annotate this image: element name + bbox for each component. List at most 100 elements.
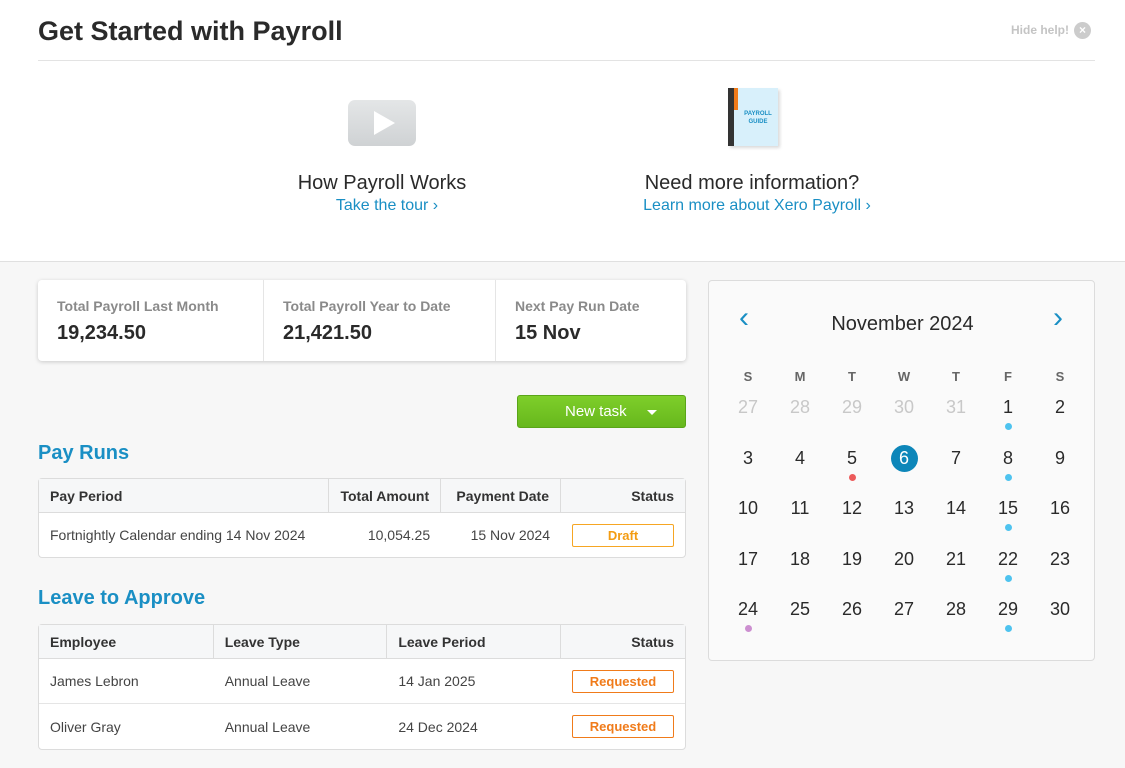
- how-payroll-works-heading: How Payroll Works: [297, 172, 467, 194]
- calendar-day[interactable]: 5: [832, 443, 872, 473]
- calendar-day[interactable]: 19: [832, 544, 872, 574]
- event-dot: [848, 474, 856, 481]
- calendar-day[interactable]: 30: [1040, 594, 1080, 624]
- stat-next-pay-run: Next Pay Run Date 15 Nov: [496, 280, 686, 361]
- leave-heading: Leave to Approve: [38, 587, 206, 609]
- hide-help-link[interactable]: Hide help!: [1011, 23, 1069, 37]
- play-video-icon[interactable]: [348, 100, 416, 146]
- calendar-day[interactable]: 29: [988, 594, 1028, 624]
- col-pay-period[interactable]: Pay Period: [39, 479, 330, 513]
- calendar-day[interactable]: 25: [780, 594, 820, 624]
- table-header: Employee Leave Type Leave Period Status: [39, 625, 685, 659]
- calendar-day[interactable]: 20: [884, 544, 924, 574]
- weekday-label: W: [897, 369, 911, 384]
- status-badge: Requested: [572, 669, 674, 693]
- payroll-guide-book-icon[interactable]: PAYROLL GUIDE: [728, 88, 778, 146]
- learn-more-link[interactable]: Learn more about Xero Payroll ›: [607, 197, 907, 215]
- calendar-day[interactable]: 31: [936, 392, 976, 422]
- calendar-day[interactable]: 22: [988, 544, 1028, 574]
- col-status[interactable]: Status: [561, 479, 685, 513]
- divider: [38, 60, 1095, 61]
- leave-type: Annual Leave: [213, 659, 388, 704]
- calendar-day[interactable]: 16: [1040, 493, 1080, 523]
- calendar-day[interactable]: 14: [936, 493, 976, 523]
- calendar-day[interactable]: 28: [936, 594, 976, 624]
- stat-label: Total Payroll Last Month: [57, 298, 219, 314]
- col-employee[interactable]: Employee: [39, 625, 214, 659]
- payroll-stats-card: Total Payroll Last Month 19,234.50 Total …: [38, 280, 686, 361]
- calendar-day[interactable]: 21: [936, 544, 976, 574]
- calendar-day[interactable]: 7: [936, 443, 976, 473]
- calendar-day[interactable]: 11: [780, 493, 820, 523]
- pay-runs-table: Pay Period Total Amount Payment Date Sta…: [38, 478, 686, 558]
- employee[interactable]: Oliver Gray: [39, 704, 214, 749]
- page-title: Get Started with Payroll: [38, 16, 343, 46]
- col-total-amount[interactable]: Total Amount: [329, 479, 442, 513]
- calendar-day[interactable]: 10: [728, 493, 768, 523]
- calendar-month-title: November 2024: [831, 313, 974, 335]
- status-badge: Draft: [572, 523, 674, 547]
- weekday-label: T: [848, 369, 856, 384]
- weekday-label: M: [794, 369, 806, 384]
- stat-year-to-date: Total Payroll Year to Date 21,421.50: [264, 280, 496, 361]
- calendar-day[interactable]: 24: [728, 594, 768, 624]
- event-dot: [1004, 575, 1012, 582]
- stat-label: Next Pay Run Date: [515, 298, 640, 314]
- total-amount: 10,054.25: [367, 527, 431, 543]
- calendar: ‹ › November 2024 S M T W T F S 27 28 29 30 31 1 2 3 4 5…: [708, 280, 1095, 661]
- caret-down-icon: [647, 410, 657, 415]
- new-task-button[interactable]: New task: [517, 395, 686, 428]
- calendar-day-today[interactable]: 6: [890, 445, 918, 472]
- calendar-day[interactable]: 27: [884, 594, 924, 624]
- col-status[interactable]: Status: [561, 625, 685, 659]
- stat-value: 19,234.50: [57, 322, 146, 344]
- calendar-day[interactable]: 27: [728, 392, 768, 422]
- weekday-label: T: [952, 369, 960, 384]
- calendar-day[interactable]: 26: [832, 594, 872, 624]
- table-row[interactable]: Fortnightly Calendar ending 14 Nov 2024 …: [39, 513, 685, 557]
- table-row[interactable]: James Lebron Annual Leave 14 Jan 2025 Re…: [39, 659, 685, 704]
- employee[interactable]: James Lebron: [39, 659, 214, 704]
- event-dot: [1004, 474, 1012, 481]
- calendar-day[interactable]: 4: [780, 443, 820, 473]
- calendar-day[interactable]: 30: [884, 392, 924, 422]
- stat-last-month: Total Payroll Last Month 19,234.50: [38, 280, 264, 361]
- payment-date: 15 Nov 2024: [470, 527, 550, 543]
- new-task-label: New task: [565, 403, 627, 420]
- table-header: Pay Period Total Amount Payment Date Sta…: [39, 479, 685, 513]
- col-payment-date[interactable]: Payment Date: [441, 479, 561, 513]
- book-label: PAYROLL GUIDE: [744, 111, 772, 125]
- calendar-day[interactable]: 29: [832, 392, 872, 422]
- pay-period[interactable]: Fortnightly Calendar ending 14 Nov 2024: [39, 513, 329, 557]
- event-dot: [1004, 524, 1012, 531]
- stat-value: 15 Nov: [515, 322, 581, 344]
- calendar-day[interactable]: 18: [780, 544, 820, 574]
- leave-type: Annual Leave: [224, 718, 311, 735]
- stat-value: 21,421.50: [283, 322, 372, 344]
- take-tour-link[interactable]: Take the tour ›: [237, 197, 537, 215]
- need-info-heading: Need more information?: [644, 172, 860, 194]
- stat-label: Total Payroll Year to Date: [283, 298, 451, 314]
- leave-period: 14 Jan 2025: [387, 659, 561, 704]
- calendar-day[interactable]: 15: [988, 493, 1028, 523]
- calendar-day[interactable]: 28: [780, 392, 820, 422]
- status-badge: Requested: [572, 715, 674, 738]
- close-icon[interactable]: ×: [1074, 22, 1091, 39]
- calendar-day[interactable]: 9: [1040, 443, 1080, 473]
- help-panel: Get Started with Payroll Hide help! × PA…: [0, 0, 1125, 262]
- calendar-day[interactable]: 8: [988, 443, 1028, 473]
- event-dot: [744, 625, 752, 632]
- calendar-day[interactable]: 1: [988, 392, 1028, 422]
- calendar-day[interactable]: 2: [1040, 392, 1080, 422]
- calendar-day[interactable]: 3: [728, 443, 768, 473]
- weekday-label: S: [743, 369, 753, 384]
- table-row[interactable]: Oliver Gray Annual Leave 24 Dec 2024 Req…: [39, 704, 685, 749]
- col-leave-type[interactable]: Leave Type: [213, 625, 388, 659]
- calendar-day[interactable]: 12: [832, 493, 872, 523]
- calendar-day[interactable]: 23: [1040, 544, 1080, 574]
- event-dot: [1004, 423, 1012, 430]
- col-leave-period[interactable]: Leave Period: [387, 625, 561, 659]
- calendar-day[interactable]: 17: [728, 544, 768, 574]
- pay-runs-heading: Pay Runs: [38, 442, 130, 464]
- calendar-day[interactable]: 13: [884, 493, 924, 523]
